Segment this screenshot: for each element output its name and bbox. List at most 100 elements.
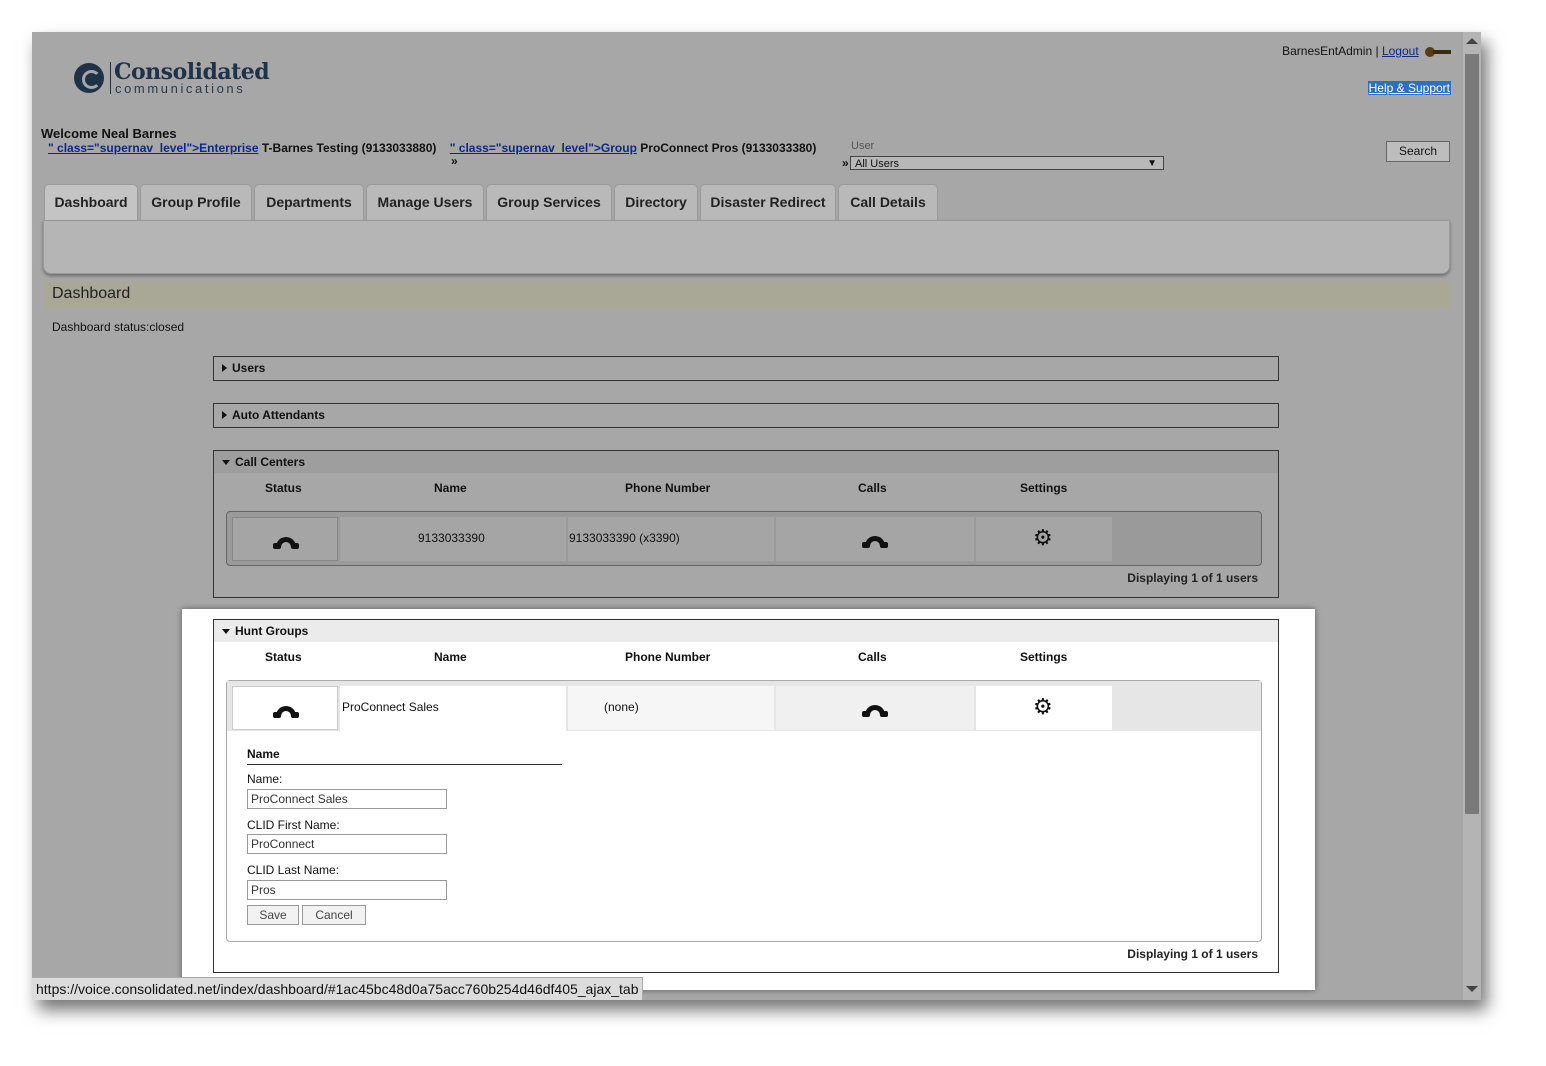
enterprise-name: T-Barnes Testing (9133033880)	[261, 141, 437, 155]
hunt-group-row: ProConnect Sales (none) ⚙ Name Name: Pro…	[226, 680, 1262, 942]
scroll-down-icon[interactable]	[1466, 986, 1478, 992]
hunt-groups-column-headers: Status Name Phone Number Calls Settings	[214, 642, 1278, 672]
phone-cell: (none)	[568, 686, 774, 730]
breadcrumb-separator: »	[451, 154, 458, 168]
username: BarnesEntAdmin	[1282, 44, 1373, 58]
column-header-status: Status	[265, 650, 302, 664]
users-section: Users	[213, 356, 1279, 381]
column-header-phone: Phone Number	[625, 481, 711, 495]
call-centers-section: Call Centers Status Name Phone Number Ca…	[213, 450, 1279, 598]
logo-tagline: communications	[115, 81, 246, 96]
breadcrumb: " class="supernav_level">Enterprise T-Ba…	[48, 141, 816, 155]
dashboard-title-bar: Dashboard	[44, 281, 1451, 308]
phone-icon	[273, 706, 299, 718]
help-support-link[interactable]: Help & Support	[1367, 81, 1451, 95]
phone-cell: 9133033390 (x3390)	[568, 517, 774, 561]
clid-first-name-field[interactable]: ProConnect	[247, 834, 447, 854]
column-header-phone: Phone Number	[625, 650, 711, 664]
call-centers-section-header[interactable]: Call Centers	[214, 451, 1278, 473]
column-header-calls: Calls	[858, 650, 887, 664]
vertical-scrollbar[interactable]	[1463, 32, 1481, 1000]
breadcrumb-separator: »	[842, 156, 849, 170]
name-field[interactable]: ProConnect Sales	[247, 789, 447, 809]
phone-icon	[862, 705, 888, 717]
user-select-value: All Users	[855, 158, 900, 170]
status-cell[interactable]	[232, 686, 338, 730]
hunt-groups-section: Hunt Groups Status Name Phone Number Cal…	[213, 619, 1279, 973]
column-header-status: Status	[265, 481, 302, 495]
tab-group-profile[interactable]: Group Profile	[140, 184, 252, 220]
auto-attendants-section-header[interactable]: Auto Attendants	[214, 404, 1278, 426]
user-select[interactable]: All Users ▼	[850, 156, 1164, 170]
tab-call-details[interactable]: Call Details	[838, 184, 938, 220]
logo-separator	[110, 62, 111, 94]
browser-window: Consolidated communications BarnesEntAdm…	[32, 32, 1481, 1000]
settings-cell[interactable]: ⚙	[976, 686, 1112, 730]
users-section-title: Users	[232, 361, 266, 375]
phone-icon	[862, 536, 888, 548]
logout-link[interactable]: Logout	[1382, 44, 1419, 58]
enterprise-link[interactable]: " class="supernav_level">Enterprise	[48, 141, 259, 155]
chevron-right-icon	[222, 411, 227, 419]
column-header-name: Name	[434, 650, 467, 664]
group-link[interactable]: " class="supernav_level">Group	[450, 141, 637, 155]
group-name: ProConnect Pros (9133033380)	[640, 141, 817, 155]
column-header-calls: Calls	[858, 481, 887, 495]
form-divider	[247, 764, 562, 765]
phone-icon	[273, 537, 299, 549]
tab-directory[interactable]: Directory	[614, 184, 698, 220]
dropdown-arrow-icon: ▼	[1147, 158, 1157, 169]
call-centers-column-headers: Status Name Phone Number Calls Settings	[214, 473, 1278, 503]
tab-group-services[interactable]: Group Services	[486, 184, 612, 220]
cancel-button[interactable]: Cancel	[302, 905, 366, 925]
auto-attendants-section-title: Auto Attendants	[232, 408, 325, 422]
calls-cell[interactable]	[776, 686, 974, 730]
user-select-label: User	[851, 140, 875, 152]
chevron-down-icon	[222, 460, 230, 466]
scrollbar-thumb[interactable]	[1465, 54, 1479, 814]
name-label: Name:	[247, 772, 283, 786]
hunt-group-phone: (none)	[604, 700, 639, 714]
tab-manage-users[interactable]: Manage Users	[366, 184, 484, 220]
tab-disaster-redirect[interactable]: Disaster Redirect	[700, 184, 836, 220]
chevron-down-icon	[222, 629, 230, 635]
settings-cell[interactable]: ⚙	[976, 517, 1112, 561]
status-bar-url: https://voice.consolidated.net/index/das…	[32, 977, 644, 1000]
key-icon	[1425, 46, 1451, 57]
user-separator: |	[1375, 44, 1379, 58]
logo-mark-icon	[74, 63, 104, 93]
hunt-group-name: ProConnect Sales	[342, 700, 439, 714]
save-button[interactable]: Save	[247, 905, 299, 925]
call-centers-count: Displaying 1 of 1 users	[1127, 571, 1258, 585]
clid-first-name-label: CLID First Name:	[247, 818, 340, 832]
welcome-message: Welcome Neal Barnes	[41, 126, 177, 141]
auto-attendants-section: Auto Attendants	[213, 403, 1279, 428]
hunt-groups-section-header[interactable]: Hunt Groups	[214, 620, 1278, 642]
scroll-up-icon[interactable]	[1466, 38, 1478, 44]
call-center-phone: 9133033390 (x3390)	[569, 531, 680, 545]
call-center-row: 9133033390 9133033390 (x3390) ⚙	[226, 511, 1262, 566]
page-title: Dashboard	[52, 285, 131, 302]
clid-last-name-label: CLID Last Name:	[247, 863, 340, 877]
column-header-settings: Settings	[1020, 481, 1068, 495]
tab-departments[interactable]: Departments	[254, 184, 364, 220]
column-header-name: Name	[434, 481, 467, 495]
gear-icon[interactable]: ⚙	[1033, 696, 1053, 718]
name-cell: 9133033390	[340, 517, 566, 561]
clid-last-name-field[interactable]: Pros	[247, 880, 447, 900]
users-section-header[interactable]: Users	[214, 357, 1278, 379]
tab-panel	[43, 220, 1450, 274]
gear-icon[interactable]: ⚙	[1033, 527, 1053, 549]
status-cell[interactable]	[232, 517, 338, 561]
form-heading: Name	[247, 747, 280, 761]
hunt-groups-count: Displaying 1 of 1 users	[1127, 947, 1258, 961]
search-button[interactable]: Search	[1386, 141, 1450, 162]
user-info: BarnesEntAdmin | Logout	[1282, 44, 1451, 58]
call-center-name: 9133033390	[418, 531, 485, 545]
dashboard-status: Dashboard status:closed	[52, 320, 185, 334]
chevron-right-icon	[222, 364, 227, 372]
hunt-groups-section-title: Hunt Groups	[235, 624, 309, 638]
name-cell[interactable]: ProConnect Sales	[340, 686, 566, 732]
calls-cell[interactable]	[776, 517, 974, 561]
tab-dashboard[interactable]: Dashboard	[44, 184, 138, 222]
